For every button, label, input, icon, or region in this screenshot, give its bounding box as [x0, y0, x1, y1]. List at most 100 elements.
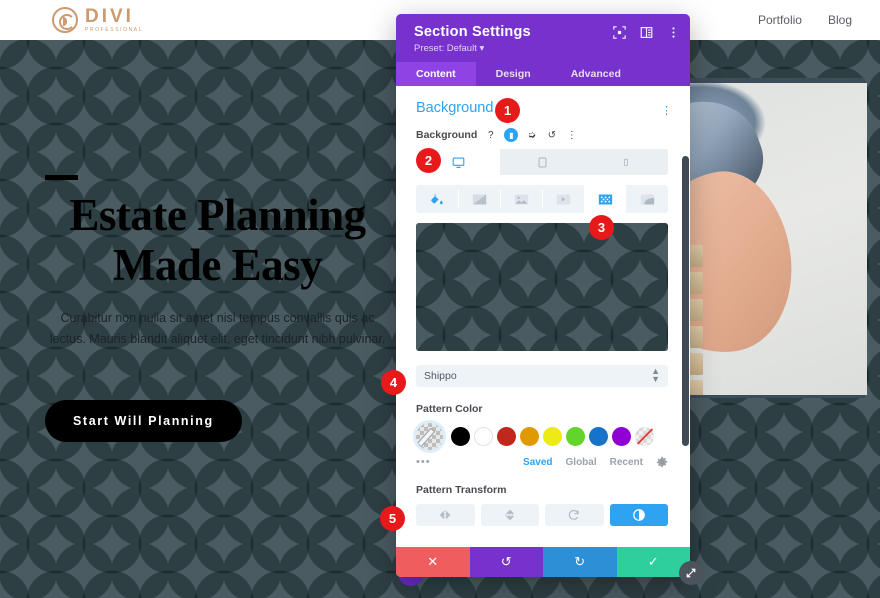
section-title: Background: [416, 100, 494, 116]
pattern-select-value: Shippo: [424, 370, 457, 382]
field-kebab-icon[interactable]: ⋮: [565, 129, 578, 142]
kebab-menu-icon[interactable]: [667, 26, 680, 39]
tab-advanced[interactable]: Advanced: [551, 62, 641, 86]
hero-image: [665, 78, 880, 408]
bg-type-color[interactable]: [416, 185, 458, 213]
cancel-button[interactable]: ✕: [396, 547, 470, 577]
hero-accent-bar: [45, 175, 78, 180]
site-nav: Portfolio Blog: [758, 13, 852, 27]
layout-columns-icon[interactable]: [640, 26, 653, 39]
background-section-header[interactable]: Background ⋮: [416, 100, 672, 117]
swatch-purple[interactable]: [612, 427, 631, 446]
swatch-black[interactable]: [451, 427, 470, 446]
swatch-meta-row: ••• Saved Global Recent: [416, 456, 668, 468]
device-tabs: [416, 149, 668, 175]
responsive-icon[interactable]: ▮: [504, 128, 519, 142]
section-settings-modal: Section Settings Preset: Default ▾ Conte…: [396, 14, 690, 577]
modal-header: Section Settings Preset: Default ▾: [396, 14, 690, 62]
bg-type-mask[interactable]: [626, 185, 668, 213]
bg-type-pattern[interactable]: [584, 185, 626, 213]
swatch-none[interactable]: [635, 427, 654, 446]
section-kebab-icon[interactable]: ⋮: [661, 104, 672, 117]
swatch-more-icon[interactable]: •••: [416, 456, 431, 468]
resize-arrow-icon: [686, 568, 696, 578]
flip-vertical-icon: [505, 509, 515, 521]
panel-scrollbar[interactable]: [682, 156, 689, 446]
hero-image-photo: [671, 83, 867, 395]
select-stepper-icon: ▲ ▼: [651, 366, 660, 384]
preset-label: Preset: Default: [414, 43, 477, 54]
device-tab-tablet[interactable]: [500, 149, 584, 175]
pattern-icon: [598, 194, 612, 204]
swatch-red[interactable]: [497, 427, 516, 446]
tab-content[interactable]: Content: [396, 62, 476, 86]
reset-icon[interactable]: ↺: [545, 129, 558, 142]
phone-icon: [624, 158, 628, 166]
logo-text: DIVI PROFESSIONAL: [85, 7, 143, 33]
paint-bucket-icon: [431, 193, 443, 205]
swatch-tabs: Saved Global Recent: [523, 456, 668, 468]
preset-caret-icon: ▾: [479, 43, 485, 54]
hover-cursor-icon[interactable]: ➭: [525, 129, 538, 142]
redo-button[interactable]: ↻: [543, 547, 617, 577]
nav-item-blog[interactable]: Blog: [828, 13, 852, 27]
divi-logo-icon: [52, 7, 78, 33]
swatch-white[interactable]: [474, 427, 493, 446]
color-swatches: [416, 423, 668, 450]
bg-type-gradient[interactable]: [458, 185, 500, 213]
swatch-green[interactable]: [566, 427, 585, 446]
modal-header-icons: [613, 26, 680, 39]
gradient-icon: [472, 194, 486, 204]
site-logo[interactable]: DIVI PROFESSIONAL: [52, 7, 143, 33]
invert-icon: [632, 509, 645, 521]
tablet-icon: [538, 157, 546, 167]
swatch-tab-recent[interactable]: Recent: [610, 457, 643, 468]
modal-tabs: Content Design Advanced: [396, 62, 690, 86]
background-field-label: Background: [416, 129, 478, 141]
video-icon: [556, 194, 570, 204]
callout-5: 5: [380, 506, 405, 531]
tab-design[interactable]: Design: [476, 62, 551, 86]
pattern-transform-label: Pattern Transform: [416, 484, 507, 496]
logo-tagline: PROFESSIONAL: [85, 27, 144, 33]
swatch-orange[interactable]: [520, 427, 539, 446]
background-field-label-row: Background ? ▮ ➭ ↺ ⋮: [416, 128, 668, 142]
bg-type-image[interactable]: [500, 185, 542, 213]
invert-button[interactable]: [609, 504, 668, 526]
flip-horizontal-button[interactable]: [416, 504, 475, 526]
pattern-preview-layer: [416, 223, 668, 351]
swatch-tab-saved[interactable]: Saved: [523, 457, 552, 468]
nav-item-portfolio[interactable]: Portfolio: [758, 13, 802, 27]
callout-3: 3: [589, 215, 614, 240]
pattern-transform-buttons: [416, 504, 668, 526]
flip-vertical-button[interactable]: [480, 504, 539, 526]
rotate-button[interactable]: [545, 504, 604, 526]
pattern-select[interactable]: Shippo ▲ ▼: [416, 365, 668, 387]
bg-type-video[interactable]: [542, 185, 584, 213]
background-type-tabs: [416, 185, 668, 213]
logo-name: DIVI: [85, 6, 134, 27]
settings-scroll-area: Background ⋮ Background ? ▮ ➭ ↺ ⋮ Shippo…: [396, 86, 690, 536]
swatch-current[interactable]: [416, 423, 443, 450]
modal-preset[interactable]: Preset: Default ▾: [414, 43, 676, 54]
callout-4: 4: [381, 370, 406, 395]
pattern-preview: [416, 223, 668, 351]
undo-button[interactable]: ↺: [469, 547, 543, 577]
mask-icon: [640, 194, 654, 204]
swatch-blue[interactable]: [589, 427, 608, 446]
swatch-tab-global[interactable]: Global: [566, 457, 597, 468]
modal-footer: ✕ ↺ ↻ ✓: [396, 547, 690, 577]
device-tab-phone[interactable]: [584, 149, 668, 175]
hero-subtitle: Curabitur non nulla sit amet nisl tempus…: [49, 311, 386, 346]
rotate-icon: [569, 509, 579, 520]
pattern-color-label: Pattern Color: [416, 403, 483, 415]
resize-handle[interactable]: [679, 561, 703, 585]
focus-icon[interactable]: [613, 26, 626, 39]
swatch-yellow[interactable]: [543, 427, 562, 446]
flip-horizontal-icon: [439, 510, 451, 520]
callout-2: 2: [416, 148, 441, 173]
help-icon[interactable]: ?: [484, 129, 497, 142]
callout-1: 1: [495, 98, 520, 123]
start-will-planning-button[interactable]: Start Will Planning: [45, 400, 242, 442]
gear-icon[interactable]: [656, 456, 668, 468]
